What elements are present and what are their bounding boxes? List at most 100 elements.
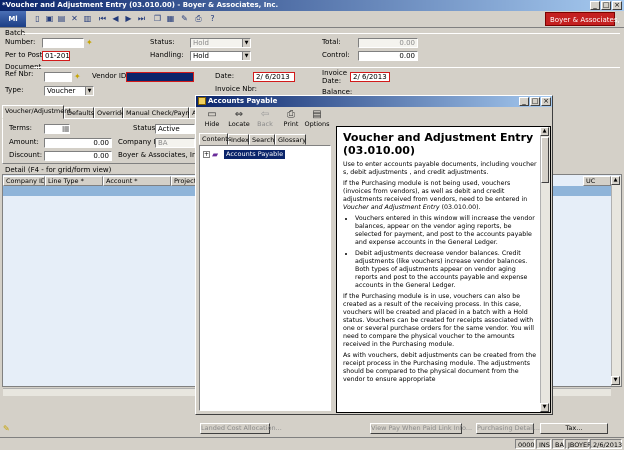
- window-title: *Voucher and Adjustment Entry (03.010.00…: [0, 0, 624, 11]
- batch-divider: [22, 33, 620, 34]
- column-account[interactable]: Account *: [103, 176, 171, 186]
- help-tab-glossary[interactable]: Glossary: [275, 134, 306, 145]
- status-user: JBOYER: [565, 439, 592, 449]
- company-selector[interactable]: Boyer & Associates,: [545, 12, 620, 26]
- maximize-button[interactable]: □: [601, 1, 611, 10]
- minimize-button[interactable]: _: [590, 1, 600, 10]
- note-icon[interactable]: ✎: [3, 424, 13, 433]
- help-options-button[interactable]: ▤ Options: [304, 109, 330, 129]
- help-bullet-1: Vouchers entered in this window will inc…: [355, 215, 539, 247]
- grid-scrollbar[interactable]: [611, 176, 621, 386]
- ref-nbr-label: Ref Nbr:: [5, 70, 34, 78]
- view-pay-link-button[interactable]: View Pay When Paid Link Info...: [370, 423, 472, 434]
- chevron-down-icon: ▼: [242, 39, 250, 47]
- help-minimize-button[interactable]: _: [519, 97, 529, 106]
- total-label: Total:: [322, 38, 341, 46]
- column-line-type[interactable]: Line Type *: [45, 176, 103, 186]
- batch-lookup-icon[interactable]: ✦: [86, 38, 96, 47]
- help-print-button[interactable]: ⎙ Print: [278, 109, 304, 129]
- last-record-icon[interactable]: ⏭: [137, 14, 146, 24]
- ref-lookup-icon[interactable]: ✦: [74, 72, 84, 81]
- help-scroll-thumb[interactable]: [541, 137, 549, 183]
- help-close-button[interactable]: ×: [541, 97, 551, 106]
- help-para-2-link: Voucher and Adjustment Entry: [343, 204, 440, 211]
- control-field[interactable]: 0.00: [358, 51, 418, 61]
- batch-status-value: Hold: [193, 39, 209, 47]
- help-contents-tree[interactable]: + ▰ Accounts Payable: [199, 145, 331, 411]
- help-back-button[interactable]: ⇦ Back: [252, 109, 278, 129]
- total-field: 0.00: [358, 38, 418, 48]
- help-tab-index[interactable]: Index: [228, 134, 249, 145]
- invoice-nbr-label: Invoice Nbr:: [215, 85, 258, 93]
- tree-item-accounts-payable[interactable]: Accounts Payable: [224, 150, 286, 159]
- per-to-post-field[interactable]: 01-2013: [42, 51, 70, 61]
- print-icon[interactable]: ⎙: [194, 14, 203, 24]
- delete-icon[interactable]: ✕: [70, 14, 79, 24]
- cancel-icon[interactable]: ▥: [83, 14, 92, 24]
- help-bullet-list: Vouchers entered in this window will inc…: [355, 215, 539, 290]
- status-code: 0000: [515, 439, 535, 449]
- voucher-status-select[interactable]: Active: [155, 124, 195, 134]
- company-id-field: BA: [155, 138, 195, 148]
- date-field[interactable]: 2/ 6/2013: [253, 72, 295, 82]
- notes-icon[interactable]: ✎: [180, 14, 189, 24]
- print-icon: ⎙: [287, 109, 295, 120]
- help-para-2: If the Purchasing module is not being us…: [343, 180, 539, 212]
- purchasing-detail-button[interactable]: Purchasing Detail...: [476, 423, 540, 434]
- terms-lookup-icon[interactable]: ▦: [62, 124, 72, 133]
- column-uc[interactable]: UC: [583, 176, 611, 186]
- help-bullet-2: Debit adjustments decrease vendor balanc…: [355, 250, 539, 290]
- save-icon[interactable]: ▣: [45, 14, 54, 24]
- handling-value: Hold: [193, 52, 209, 60]
- new-icon[interactable]: ▯: [33, 14, 42, 24]
- scroll-down-icon[interactable]: ▼: [611, 376, 620, 385]
- amount-field[interactable]: 0.00: [44, 138, 112, 148]
- column-company-id[interactable]: Company ID *: [3, 176, 45, 186]
- ref-nbr-field[interactable]: [44, 72, 72, 82]
- help-tab-search[interactable]: Search: [249, 134, 275, 145]
- company-name-text: Boyer & Associates, Inc.: [118, 151, 203, 159]
- batch-number-field[interactable]: [42, 38, 84, 48]
- help-hide-button[interactable]: ▭ Hide: [199, 109, 225, 129]
- help-locate-label: Locate: [228, 120, 250, 128]
- hide-icon: ▭: [207, 109, 217, 120]
- status-date: 2/6/2013: [590, 439, 622, 449]
- help-tab-contents[interactable]: Contents: [199, 133, 231, 145]
- landed-cost-button[interactable]: Landed Cost Allocation...: [200, 423, 282, 434]
- chevron-down-icon: ▼: [242, 52, 250, 60]
- column-project[interactable]: Project: [171, 176, 197, 186]
- close-button[interactable]: ×: [612, 1, 622, 10]
- help-scroll-down-icon[interactable]: ▼: [540, 403, 549, 412]
- voucher-status-label: Status:: [133, 124, 158, 132]
- back-arrow-icon: ⇦: [260, 109, 270, 120]
- help-locate-button[interactable]: ⇔ Locate: [226, 109, 252, 129]
- help-content-pane: Voucher and Adjustment Entry (03.010.00)…: [336, 126, 551, 413]
- tax-button[interactable]: Tax...: [540, 423, 608, 434]
- scroll-up-icon[interactable]: ▲: [611, 176, 620, 185]
- expand-icon[interactable]: +: [203, 151, 210, 158]
- invoice-date-field[interactable]: 2/ 6/2013: [350, 72, 390, 82]
- handling-select[interactable]: Hold ▼: [190, 51, 251, 61]
- help-para-2-end: (03.010.00).: [439, 204, 481, 211]
- status-company: BA: [552, 439, 564, 449]
- batch-status-select: Hold ▼: [190, 38, 251, 48]
- type-select[interactable]: Voucher ▼: [44, 86, 94, 96]
- help-icon[interactable]: ?: [208, 14, 217, 24]
- help-maximize-button[interactable]: □: [530, 97, 540, 106]
- copy-icon[interactable]: ❐: [153, 14, 162, 24]
- paste-icon[interactable]: ▦: [166, 14, 175, 24]
- previous-record-icon[interactable]: ◀: [111, 14, 120, 24]
- tab-voucher-adjustment[interactable]: Voucher/Adjustment: [2, 105, 71, 119]
- help-heading: Voucher and Adjustment Entry (03.010.00): [343, 131, 534, 157]
- vendor-id-field[interactable]: [126, 72, 194, 82]
- type-value: Voucher: [47, 87, 76, 95]
- first-record-icon[interactable]: ⏮: [98, 14, 107, 24]
- status-ins: INS: [536, 439, 551, 449]
- finish-icon[interactable]: ▤: [57, 14, 66, 24]
- help-window-title: Accounts Payable: [196, 96, 552, 107]
- app-menu-button[interactable]: Ml: [0, 11, 26, 27]
- discount-field[interactable]: 0.00: [44, 151, 112, 161]
- help-para-3: If the Purchasing module is in use, vouc…: [343, 293, 534, 348]
- next-record-icon[interactable]: ▶: [124, 14, 133, 24]
- help-scroll-up-icon[interactable]: ▲: [540, 127, 549, 136]
